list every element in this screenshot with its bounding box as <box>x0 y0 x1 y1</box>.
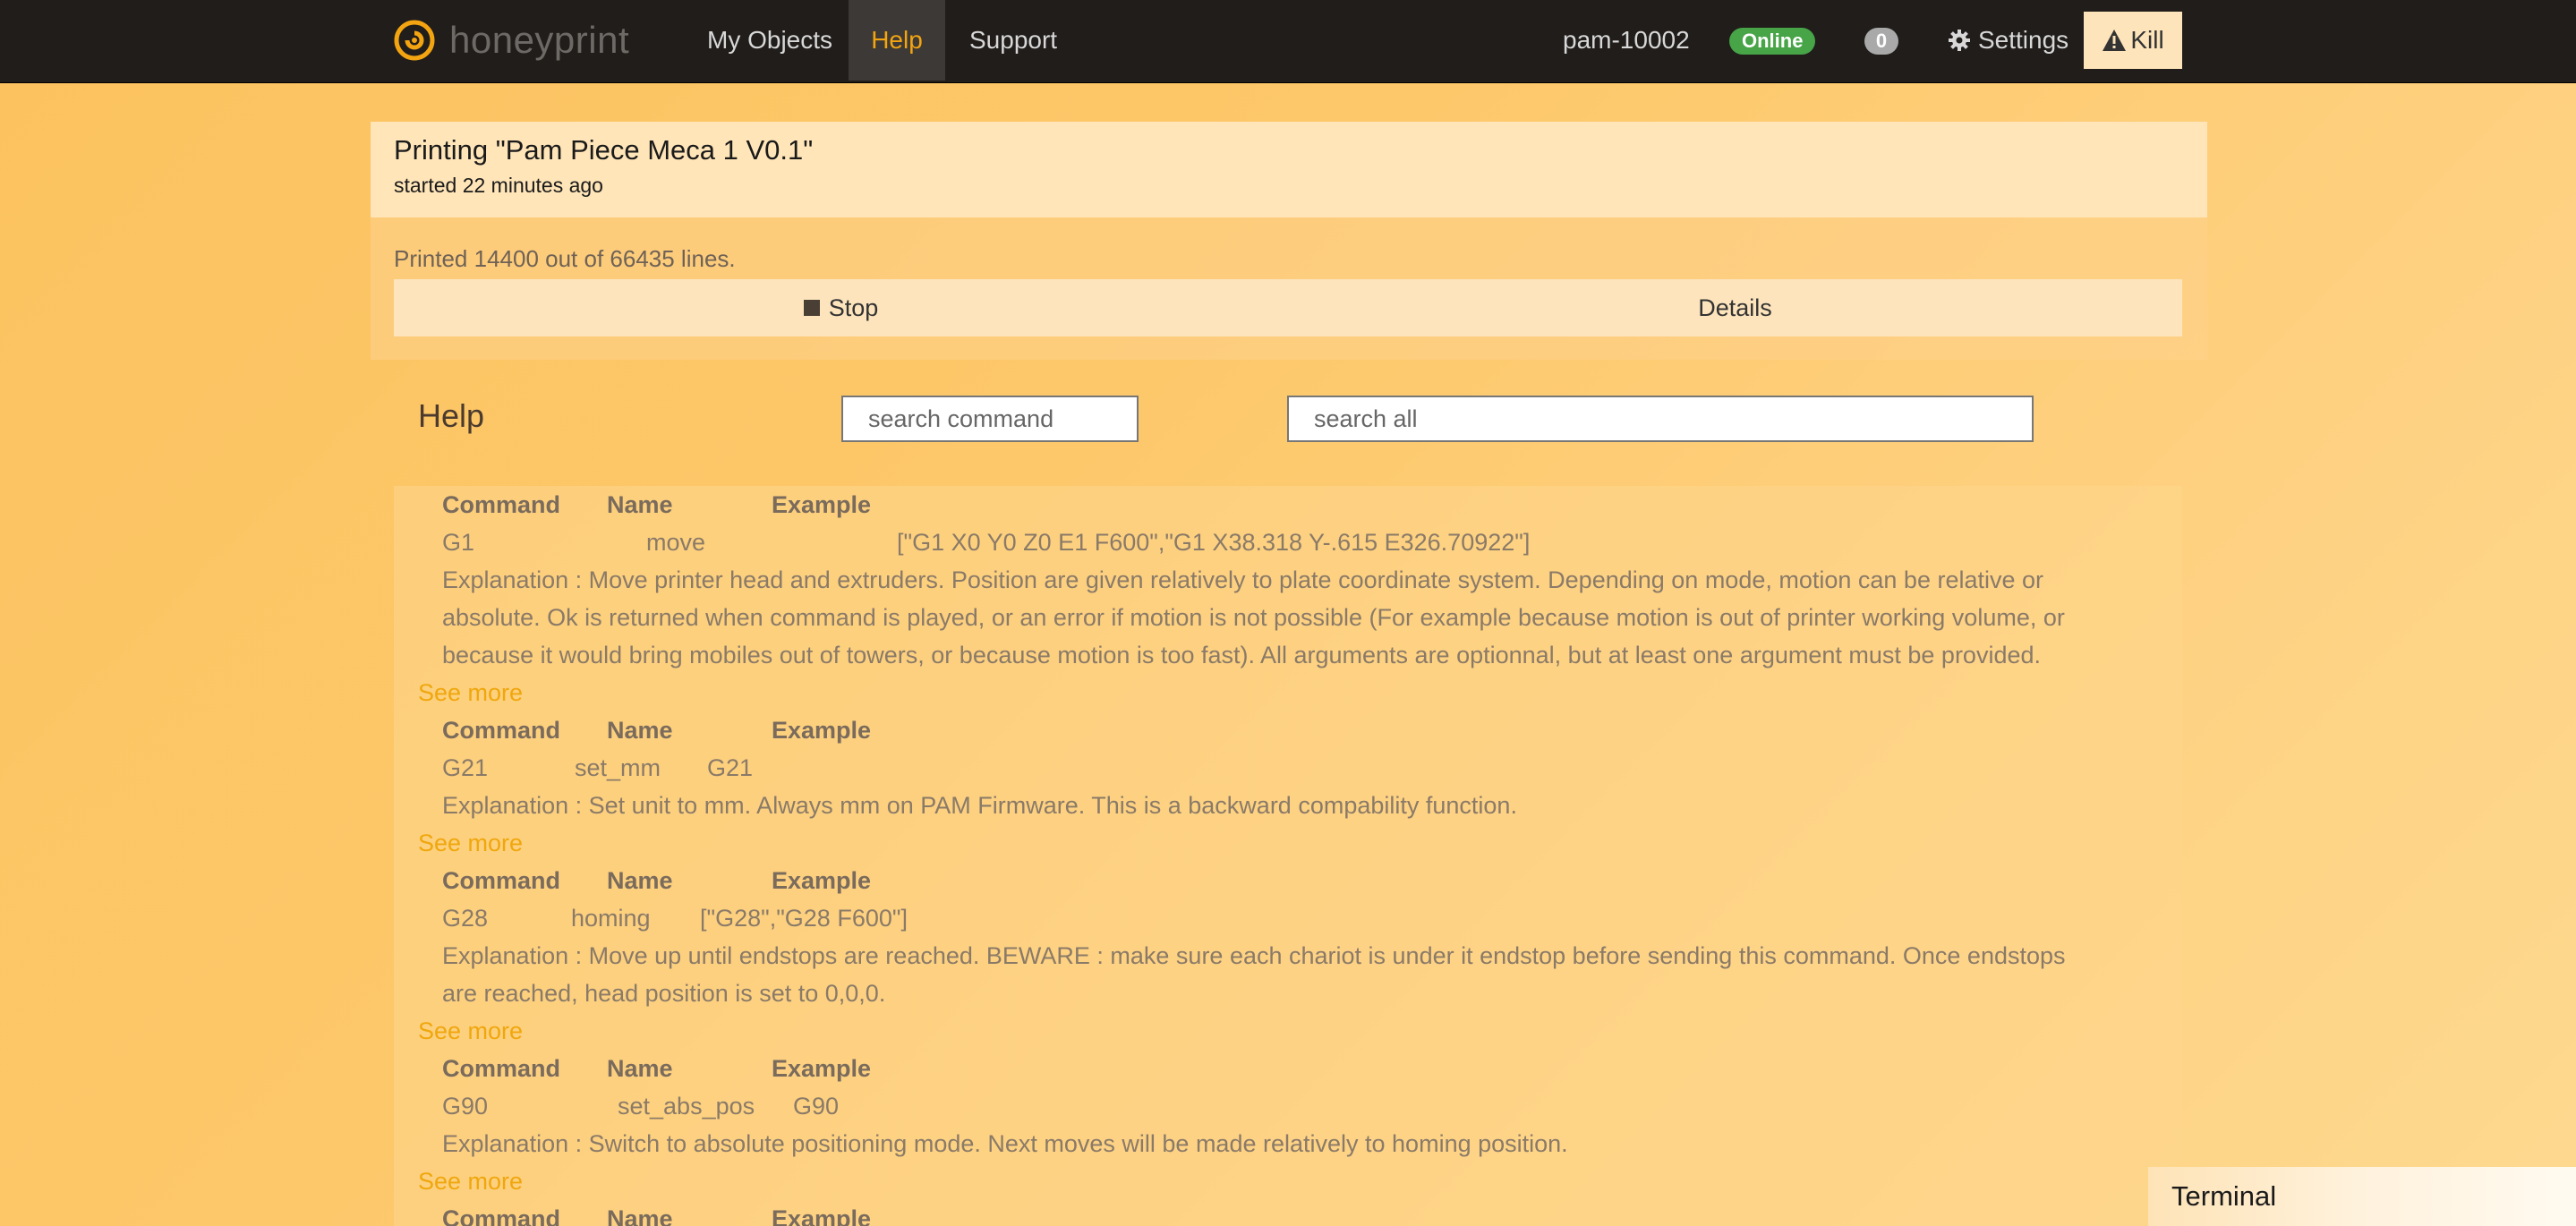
see-more-link[interactable]: See more <box>418 1162 2182 1200</box>
command-example: ["G28","G28 F600"] <box>700 905 908 932</box>
column-command-label: Command <box>442 1055 561 1082</box>
gear-icon <box>1949 30 1970 51</box>
warning-icon <box>2103 30 2127 51</box>
help-entry: Command Name Example G90 set_abs_pos G90 Expla… <box>394 1050 2182 1200</box>
help-entry: Command Name Example G1 move ["G1 X0 Y0 Z0 E1… <box>394 486 2182 711</box>
see-more-link[interactable]: See more <box>418 1012 2182 1050</box>
printing-header: Printing "Pam Piece Meca 1 V0.1" started… <box>371 122 2207 217</box>
column-command-label: Command <box>442 1205 561 1226</box>
honeyprint-logo-icon <box>394 20 435 61</box>
column-example-label: Example <box>772 717 872 744</box>
help-entry-values: G1 move ["G1 X0 Y0 Z0 E1 F600","G1 X38.318… <box>394 524 2182 561</box>
nav-support[interactable]: Support <box>969 0 1057 81</box>
help-command-list[interactable]: Command Name Example G1 move ["G1 X0 Y0 Z0 E1… <box>394 486 2182 1226</box>
command-code: G28 <box>442 905 489 932</box>
nav-my-objects[interactable]: My Objects <box>707 0 832 81</box>
column-command-label: Command <box>442 867 561 894</box>
printing-started: started 22 minutes ago <box>394 174 603 197</box>
brand-name: honeyprint <box>449 19 630 61</box>
stop-label: Stop <box>828 294 879 321</box>
command-explanation: Explanation : Move up until endstops are… <box>442 942 2066 1007</box>
search-command-input[interactable] <box>841 396 1139 442</box>
printing-title: Printing "Pam Piece Meca 1 V0.1" <box>394 134 814 166</box>
column-example-label: Example <box>772 867 872 894</box>
command-explanation: Explanation : Switch to absolute positio… <box>442 1130 1568 1157</box>
terminal-toggle[interactable]: Terminal <box>2148 1167 2576 1226</box>
settings-button[interactable]: Settings <box>1948 0 2068 81</box>
column-command-label: Command <box>442 717 561 744</box>
search-all-input[interactable] <box>1287 396 2034 442</box>
help-title: Help <box>418 397 485 434</box>
nav-help[interactable]: Help <box>849 0 945 81</box>
stop-button[interactable]: Stop <box>394 279 1288 336</box>
help-entry: Command Name Example G21 set_mm G21 Explanatio… <box>394 711 2182 862</box>
column-example-label: Example <box>772 1055 872 1082</box>
kill-label: Kill <box>2130 26 2164 54</box>
command-name: homing <box>571 905 651 932</box>
settings-label: Settings <box>1978 26 2069 54</box>
help-entry-header: Command Name Example <box>394 711 2182 749</box>
command-name: set_abs_pos <box>618 1093 755 1120</box>
command-name: set_mm <box>575 754 661 781</box>
details-button[interactable]: Details <box>1288 279 2182 336</box>
column-example-label: Example <box>772 1205 872 1226</box>
command-code: G1 <box>442 529 475 556</box>
help-entry-header: Command Name Example <box>394 1050 2182 1087</box>
help-entry-header: Command Name Example <box>394 862 2182 899</box>
column-name-label: Name <box>607 717 673 744</box>
command-example: ["G1 X0 Y0 Z0 E1 F600","G1 X38.318 Y-.61… <box>897 529 1531 556</box>
column-name-label: Name <box>607 1205 673 1226</box>
column-name-label: Name <box>607 867 673 894</box>
brand[interactable]: honeyprint <box>394 0 629 81</box>
command-code: G21 <box>442 754 489 781</box>
help-entry-header: Command Name Example <box>394 1200 2182 1226</box>
command-name: move <box>646 529 706 556</box>
column-name-label: Name <box>607 491 673 518</box>
see-more-link[interactable]: See more <box>418 824 2182 862</box>
help-entry: Command Name Example G28 homing ["G28","G28 F… <box>394 862 2182 1050</box>
command-example: G90 <box>793 1093 840 1120</box>
column-command-label: Command <box>442 491 561 518</box>
top-navbar: honeyprint My Objects Help Support pam-1… <box>0 0 2576 83</box>
help-entry-values: G90 set_abs_pos G90 <box>394 1087 2182 1125</box>
help-entry-values: G21 set_mm G21 <box>394 749 2182 787</box>
command-code: G90 <box>442 1093 489 1120</box>
details-label: Details <box>1698 294 1772 321</box>
help-entry-header: Command Name Example <box>394 486 2182 524</box>
notification-count-badge[interactable]: 0 <box>1864 28 1898 55</box>
column-name-label: Name <box>607 1055 673 1082</box>
command-explanation: Explanation : Set unit to mm. Always mm … <box>442 792 1517 819</box>
stop-icon <box>803 300 820 316</box>
online-status-badge: Online <box>1729 28 1816 55</box>
kill-button[interactable]: Kill <box>2084 12 2182 69</box>
see-more-link[interactable]: See more <box>418 674 2182 711</box>
help-entry-values: G28 homing ["G28","G28 F600"] <box>394 899 2182 937</box>
printing-actions: Stop Details <box>394 279 2182 336</box>
printing-panel: Printing "Pam Piece Meca 1 V0.1" started… <box>371 122 2207 360</box>
column-example-label: Example <box>772 491 872 518</box>
printing-progress-text: Printed 14400 out of 66435 lines. <box>394 245 736 272</box>
command-example: G21 <box>707 754 754 781</box>
device-name: pam-10002 <box>1563 26 1690 54</box>
command-explanation: Explanation : Move printer head and extr… <box>442 566 2065 668</box>
